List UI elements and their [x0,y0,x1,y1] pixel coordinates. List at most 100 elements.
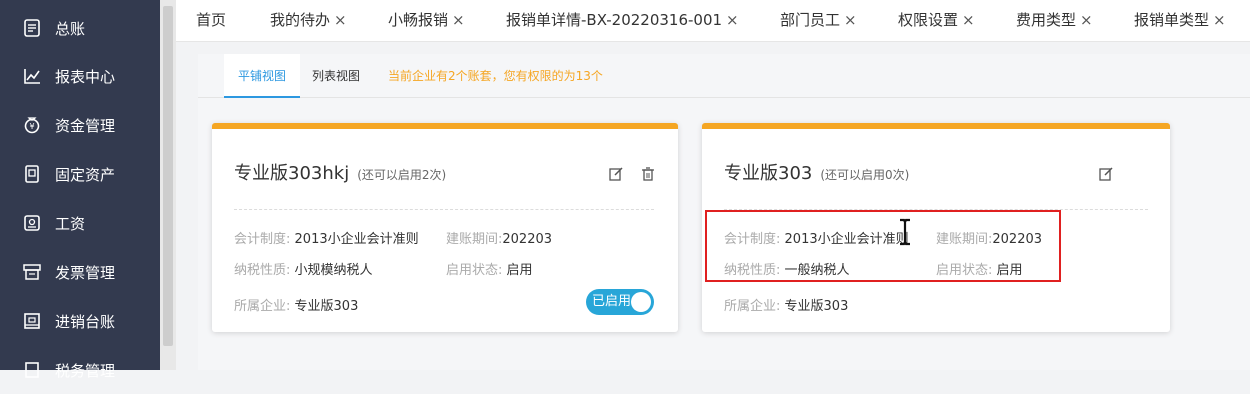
card-remaining-hint: (还可以启用2次) [357,168,447,182]
field-value: 启用 [996,263,1023,278]
sidebar-item-general-ledger[interactable]: 总账 [0,4,160,52]
edit-icon[interactable] [608,166,624,182]
field-value: 2013小企业会计准则 [784,232,909,247]
field-key: 建账期间: [446,232,503,247]
tab-permission-settings[interactable]: 权限设置 × [898,0,975,40]
asset-icon [22,164,42,184]
main-content: 首页 我的待办 × 小畅报销 × 报销单详情-BX-20220316-001 × 部门… [176,0,1250,370]
tax-icon [22,360,42,380]
sidebar-item-fund-management[interactable]: ¥ 资金管理 [0,101,160,149]
view-switcher: 平铺视图 列表视图 当前企业有2个账套，您有权限的为13个 [198,54,1250,98]
field-value: 202203 [502,232,553,247]
field-value: 一般纳税人 [784,263,850,278]
card-title-text: 专业版303hkj [234,163,350,184]
card-title: 专业版303 (还可以启用0次) [724,159,909,185]
card-title: 专业版303hkj (还可以启用2次) [234,159,446,185]
field-key: 纳税性质: [234,263,291,278]
field-value: 小规模纳税人 [294,263,373,278]
toggle-label: 已启用 [592,294,632,309]
card-divider [724,209,1148,210]
sidebar-item-label: 报表中心 [55,67,116,86]
close-icon[interactable]: × [334,11,347,29]
account-set-notice: 当前企业有2个账套，您有权限的为13个 [388,69,603,83]
ledger-icon [22,18,42,38]
sidebar-item-tax-management[interactable]: 税务管理 [0,346,160,394]
edit-icon[interactable] [1098,166,1114,182]
taxpayer-field: 纳税性质: 一般纳税人 [724,259,850,278]
card-remaining-hint: (还可以启用0次) [820,168,910,182]
sidebar-item-label: 资金管理 [55,116,116,135]
sidebar-item-fixed-assets[interactable]: 固定资产 [0,150,160,198]
sidebar-item-label: 发票管理 [55,263,116,282]
period-field: 建账期间:202203 [446,228,552,247]
tab-expense-types[interactable]: 费用类型 × [1016,0,1093,40]
tab-bar: 首页 我的待办 × 小畅报销 × 报销单详情-BX-20220316-001 × 部门… [176,0,1250,42]
tab-reimbursement-types[interactable]: 报销单类型 × [1134,0,1226,40]
status-field: 启用状态: 启用 [936,259,1023,278]
field-key: 会计制度: [724,232,781,247]
tab-list-view[interactable]: 列表视图 [298,54,374,98]
salary-icon [22,213,42,233]
tab-department-staff[interactable]: 部门员工 × [780,0,857,40]
sidebar: 总账 报表中心 ¥ 资金管理 固定资产 工资 发票管理 进销台账 税务管理 [0,0,160,380]
sidebar-item-report-center[interactable]: 报表中心 [0,52,160,100]
field-value: 2013小企业会计准则 [294,232,419,247]
sidebar-item-label: 固定资产 [55,165,116,184]
tab-label: 小畅报销 [388,11,449,29]
account-set-card: 专业版303hkj (还可以启用2次) 会计制度: 2013小企业会计准则 建账期… [212,123,678,332]
field-value: 202203 [992,232,1043,247]
money-bag-icon: ¥ [22,115,42,135]
enable-toggle[interactable]: 已启用 [586,289,654,315]
tab-tile-view[interactable]: 平铺视图 [224,54,301,98]
field-key: 建账期间: [936,232,993,247]
tab-label: 我的待办 [270,11,331,29]
field-key: 纳税性质: [724,263,781,278]
field-key: 启用状态: [446,263,503,278]
account-set-panel: 平铺视图 列表视图 当前企业有2个账套，您有权限的为13个 专业版303hkj (… [198,54,1250,370]
close-icon[interactable]: × [962,11,975,29]
sidebar-item-sales-ledger[interactable]: 进销台账 [0,297,160,345]
period-field: 建账期间:202203 [936,228,1042,247]
tab-expense-reimbursement[interactable]: 小畅报销 × [388,0,465,40]
tab-label: 报销单详情-BX-20220316-001 [506,11,723,29]
sidebar-item-label: 进销台账 [55,312,116,331]
tab-label: 权限设置 [898,11,959,29]
delete-icon[interactable] [640,166,656,182]
taxpayer-field: 纳税性质: 小规模纳税人 [234,259,373,278]
field-value: 启用 [506,263,533,278]
company-field: 所属企业: 专业版303 [234,295,358,314]
sidebar-scrollbar[interactable] [160,0,176,370]
field-key: 所属企业: [234,299,291,314]
sidebar-item-label: 总账 [55,19,86,38]
field-value: 专业版303 [294,299,359,314]
chart-icon [22,66,42,86]
accounting-system-field: 会计制度: 2013小企业会计准则 [724,228,909,247]
status-field: 启用状态: 启用 [446,259,533,278]
sidebar-item-salary[interactable]: 工资 [0,199,160,247]
account-set-card: 专业版303 (还可以启用0次) 会计制度: 2013小企业会计准则 建账期间:2… [702,123,1170,332]
close-icon[interactable]: × [1213,11,1226,29]
close-icon[interactable]: × [844,11,857,29]
scrollbar-thumb[interactable] [163,6,173,346]
svg-text:¥: ¥ [29,122,34,131]
card-divider [234,209,654,210]
field-key: 启用状态: [936,263,993,278]
card-title-text: 专业版303 [724,163,813,184]
invoice-icon [22,262,42,282]
sidebar-item-label: 税务管理 [55,361,116,380]
accounting-system-field: 会计制度: 2013小企业会计准则 [234,228,419,247]
field-key: 会计制度: [234,232,291,247]
close-icon[interactable]: × [452,11,465,29]
tab-my-todo[interactable]: 我的待办 × [270,0,347,40]
field-key: 所属企业: [724,299,781,314]
sidebar-item-invoice-management[interactable]: 发票管理 [0,248,160,296]
close-icon[interactable]: × [1080,11,1093,29]
close-icon[interactable]: × [726,11,739,29]
toggle-knob [631,292,651,312]
tab-reimbursement-detail[interactable]: 报销单详情-BX-20220316-001 × [506,0,739,40]
company-field: 所属企业: 专业版303 [724,295,848,314]
tab-home[interactable]: 首页 [196,0,226,40]
tab-label: 首页 [196,11,227,29]
field-value: 专业版303 [784,299,849,314]
tab-label: 报销单类型 [1134,11,1210,29]
